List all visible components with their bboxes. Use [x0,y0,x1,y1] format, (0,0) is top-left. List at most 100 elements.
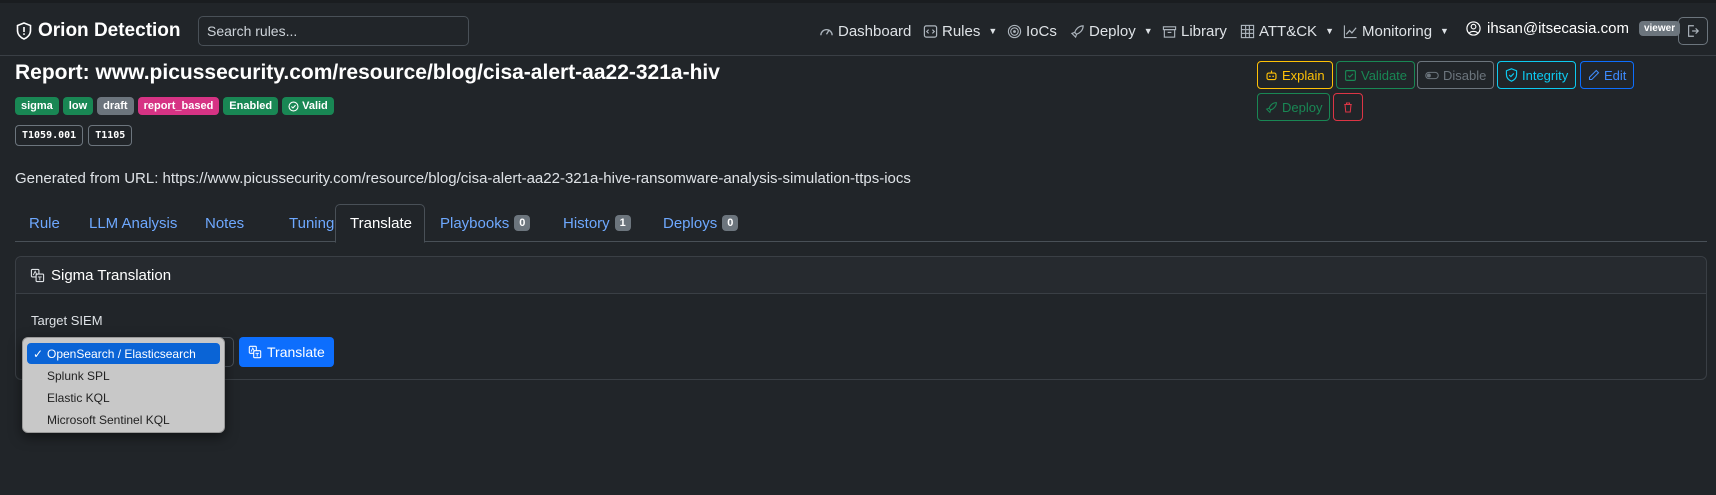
role-badge: viewer [1638,21,1681,36]
deploy-button[interactable]: Deploy [1257,93,1331,121]
toggle-icon [1425,71,1439,79]
siem-option-label: Microsoft Sentinel KQL [47,412,170,427]
rocket-icon [1265,101,1277,113]
tag-severity: low [62,97,94,115]
page-title: Report: www.picussecurity.com/resource/b… [15,61,720,84]
nav-dashboard-label: Dashboard [838,22,912,40]
logout-icon [1688,25,1700,37]
siem-option[interactable]: Elastic KQL [27,387,220,408]
siem-option[interactable]: Splunk SPL [27,365,220,386]
edit-label: Edit [1604,67,1627,83]
nav-deploy[interactable]: Deploy ▼ [1070,20,1153,42]
technique-badge[interactable]: T1059.001 [15,125,84,146]
generated-from-url: Generated from URL: https://www.picussec… [15,170,911,187]
tag-format: sigma [15,97,59,115]
top-navbar: Orion Detection Dashboard Rules ▼ IoCs D… [0,0,1716,56]
integrity-label: Integrity [1522,67,1569,83]
tab-playbooks[interactable]: Playbooks 0 [426,204,544,242]
chevron-down-icon: ▼ [1440,26,1449,36]
tab-playbooks-label: Playbooks [440,214,510,232]
siem-option-label: Elastic KQL [47,390,110,405]
target-icon [1007,24,1022,38]
nav-rules[interactable]: Rules ▼ [923,20,997,42]
explain-label: Explain [1282,67,1325,83]
tab-notes-label: Notes [205,214,245,232]
trash-icon [1344,101,1352,113]
robot-icon [1266,70,1277,80]
history-count-badge: 1 [614,215,631,231]
siem-option[interactable]: Microsoft Sentinel KQL [27,409,220,430]
graph-up-icon [1343,24,1357,38]
siem-option[interactable]: ✓ OpenSearch / Elasticsearch [27,343,220,364]
user-menu[interactable]: ihsan@itsecasia.com viewer [1466,20,1681,37]
tab-translate-label: Translate [350,215,412,232]
tab-llm-analysis[interactable]: LLM Analysis [75,204,191,242]
user-email: ihsan@itsecasia.com [1487,20,1629,37]
delete-button[interactable] [1333,93,1363,121]
card-header: Sigma Translation [16,257,1706,294]
integrity-button[interactable]: Integrity [1497,61,1577,89]
nav-iocs-label: IoCs [1026,22,1057,40]
tab-translate[interactable]: Translate [335,204,425,243]
tab-history[interactable]: History 1 [549,204,645,242]
tab-notes[interactable]: Notes [191,204,258,242]
disable-button[interactable]: Disable [1417,61,1495,89]
check-square-icon [1345,69,1356,81]
tag-valid-label: Valid [302,100,328,112]
translate-icon [248,345,262,359]
nav-attck-label: ATT&CK [1259,22,1318,40]
tag-source: report_based [137,97,220,115]
logout-button[interactable] [1678,17,1708,45]
checkmark-icon: ✓ [33,346,44,361]
nav-deploy-label: Deploy [1089,22,1136,40]
search-input[interactable] [198,16,469,46]
check-circle-icon [288,100,299,112]
archive-icon [1162,25,1177,38]
validate-label: Validate [1361,67,1408,83]
translate-button-label: Translate [267,344,325,360]
speedometer-icon [820,28,833,35]
nav-dashboard[interactable]: Dashboard [819,20,911,42]
explain-button[interactable]: Explain [1257,61,1333,89]
rule-tags: sigma low draft report_based Enabled Val… [15,97,334,115]
siem-option-label: OpenSearch / Elasticsearch [47,346,196,361]
target-siem-label: Target SIEM [31,313,103,328]
nav-monitoring[interactable]: Monitoring ▼ [1343,20,1449,42]
brand[interactable]: Orion Detection [16,19,181,43]
pencil-icon [1588,69,1600,81]
nav-library[interactable]: Library [1162,20,1227,42]
tag-status: draft [97,97,134,115]
translate-button[interactable]: Translate [239,337,334,367]
shield-icon [16,22,32,40]
rocket-icon [1070,24,1084,38]
chevron-down-icon: ▼ [1325,26,1334,36]
playbooks-count-badge: 0 [514,215,531,231]
disable-label: Disable [1443,67,1487,83]
validate-button[interactable]: Validate [1336,61,1416,89]
tab-rule-label: Rule [29,214,60,232]
tab-llm-label: LLM Analysis [89,214,178,232]
tab-tuning-label: Tuning [289,214,335,232]
tag-valid: Valid [282,97,334,115]
siem-option-label: Splunk SPL [47,368,110,383]
tab-deploys-label: Deploys [663,214,718,232]
tab-history-label: History [563,214,610,232]
nav-attck[interactable]: ATT&CK ▼ [1240,20,1334,42]
edit-button[interactable]: Edit [1580,61,1635,89]
tab-deploys[interactable]: Deploys 0 [649,204,752,242]
nav-iocs[interactable]: IoCs [1007,20,1057,42]
grid-icon [1240,24,1255,38]
nav-monitoring-label: Monitoring [1362,22,1433,40]
translate-icon [30,268,45,282]
detail-tabs: Rule LLM Analysis Notes Tuning Translate… [15,204,1707,243]
technique-list: T1059.001 T1105 [15,125,133,146]
nav-library-label: Library [1181,22,1227,40]
person-icon [1466,21,1481,36]
tab-rule[interactable]: Rule [15,204,74,242]
deploy-label: Deploy [1282,99,1323,115]
technique-badge[interactable]: T1105 [88,125,133,146]
brand-name: Orion Detection [38,20,181,41]
chevron-down-icon: ▼ [1143,26,1153,36]
code-icon [923,24,938,38]
chevron-down-icon: ▼ [988,26,998,36]
